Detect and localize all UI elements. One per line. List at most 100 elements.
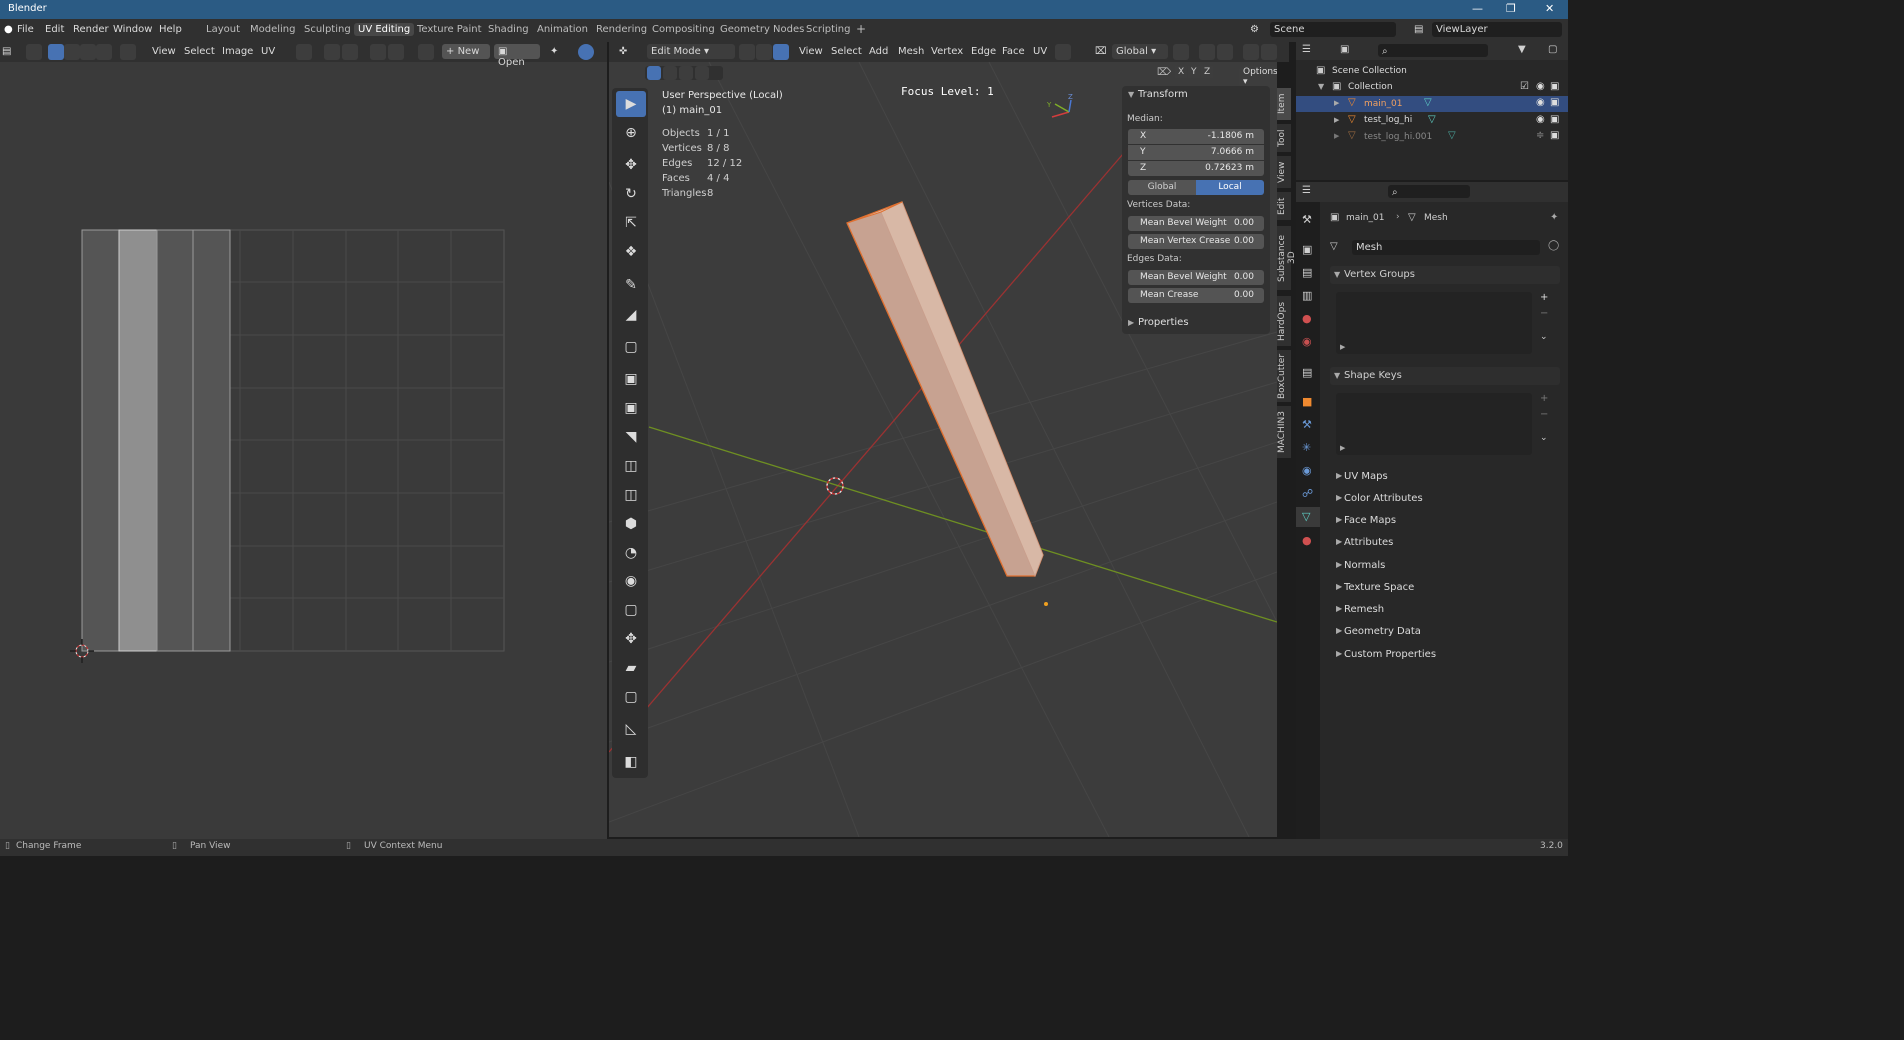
add-cube-tool-icon[interactable]: ▢ bbox=[616, 334, 646, 360]
collapse-icon[interactable]: ▼ bbox=[1334, 371, 1340, 380]
add-workspace-icon[interactable]: + bbox=[852, 21, 870, 37]
mesh-data-tab-icon[interactable]: ▽ bbox=[1302, 510, 1310, 523]
vp-menu-view[interactable]: View bbox=[799, 46, 823, 57]
outliner-search[interactable]: ⌕ bbox=[1378, 44, 1488, 57]
uv-menu-uv[interactable]: UV bbox=[261, 46, 275, 57]
properties-expand-icon[interactable]: ▶ bbox=[1128, 318, 1134, 327]
tab-scripting[interactable]: Scripting bbox=[802, 23, 854, 36]
extrude-tool-icon[interactable]: ▣ bbox=[616, 366, 646, 392]
display-mode-icon[interactable]: ▣ bbox=[1340, 44, 1349, 55]
uv-editor-area[interactable] bbox=[0, 42, 607, 839]
sidebar-tab-machin3[interactable]: MACHIN3 bbox=[1277, 406, 1291, 458]
island-select-icon[interactable] bbox=[96, 44, 112, 60]
uv-canvas[interactable] bbox=[0, 42, 607, 839]
tab-animation[interactable]: Animation bbox=[533, 23, 592, 36]
sidebar-tab-view[interactable]: View bbox=[1277, 156, 1291, 188]
edge-select-icon[interactable] bbox=[64, 44, 80, 60]
vp-snap-icon[interactable] bbox=[1199, 44, 1215, 60]
blender-logo-icon[interactable]: ● bbox=[4, 24, 13, 35]
material-tab-icon[interactable]: ● bbox=[1302, 534, 1312, 547]
median-x-field[interactable]: X -1.1806 m bbox=[1128, 129, 1264, 144]
outliner-editor-icon[interactable]: ☰ bbox=[1302, 44, 1311, 55]
select-mode-bar[interactable] bbox=[645, 66, 723, 80]
close-icon[interactable]: ✕ bbox=[1545, 2, 1554, 15]
tab-sculpting[interactable]: Sculpting bbox=[300, 23, 355, 36]
collection-tab-icon[interactable]: ▤ bbox=[1302, 366, 1312, 379]
vp-menu-add[interactable]: Add bbox=[869, 46, 888, 57]
pivot-point-icon[interactable] bbox=[1173, 44, 1189, 60]
tab-rendering[interactable]: Rendering bbox=[592, 23, 651, 36]
expand-icon[interactable]: ▶ bbox=[1334, 116, 1339, 124]
collection-render-icon[interactable]: ▣ bbox=[1550, 81, 1559, 92]
vp-proportional-icon[interactable] bbox=[1243, 44, 1259, 60]
face-mode-icon[interactable] bbox=[773, 44, 789, 60]
constraints-tab-icon[interactable]: ☍ bbox=[1302, 487, 1313, 500]
output-tab-icon[interactable]: ▤ bbox=[1302, 266, 1312, 279]
outliner[interactable]: ☰ ▣ ⌕ ▼ ▢ ▣ Scene Collection ▼ ▣ Collect… bbox=[1296, 42, 1568, 180]
panel-geometry-data[interactable]: ▶ Geometry Data bbox=[1330, 622, 1560, 642]
mesh-name-field[interactable]: Mesh bbox=[1352, 240, 1540, 255]
edge-mode-icon[interactable] bbox=[756, 44, 772, 60]
panel-texture-space[interactable]: ▶ Texture Space bbox=[1330, 578, 1560, 598]
knife-tool-icon[interactable]: ◫ bbox=[616, 482, 646, 508]
select-subtract-icon[interactable] bbox=[679, 66, 693, 80]
shear-tool-icon[interactable]: ▰ bbox=[616, 655, 646, 681]
pin-icon[interactable]: ✦ bbox=[550, 46, 558, 57]
vp-menu-face[interactable]: Face bbox=[1002, 46, 1025, 57]
rip-tool-icon[interactable]: ▢ bbox=[616, 684, 646, 710]
particles-tab-icon[interactable]: ✳ bbox=[1302, 441, 1311, 454]
object-tab-icon[interactable]: ■ bbox=[1302, 395, 1312, 408]
pin-icon[interactable]: ✦ bbox=[1550, 212, 1558, 223]
panel-face-maps[interactable]: ▶ Face Maps bbox=[1330, 511, 1560, 531]
snap-icon[interactable] bbox=[324, 44, 340, 60]
sync-selection-icon[interactable] bbox=[26, 44, 42, 60]
tool-tab-icon[interactable]: ⚒ bbox=[1302, 213, 1312, 226]
scene-selector[interactable]: Scene bbox=[1270, 22, 1396, 37]
vp-menu-select[interactable]: Select bbox=[831, 46, 862, 57]
face-select-icon[interactable] bbox=[80, 44, 96, 60]
smooth-tool-icon[interactable]: ◉ bbox=[616, 568, 646, 594]
vertex-mode-icon[interactable] bbox=[739, 44, 755, 60]
vertex-select-icon[interactable] bbox=[48, 44, 64, 60]
view-layer-selector[interactable]: ViewLayer bbox=[1432, 22, 1562, 37]
transform-orientation-icon[interactable]: ⌧ bbox=[1095, 46, 1107, 57]
panel-attributes[interactable]: ▶ Attributes bbox=[1330, 533, 1560, 553]
global-toggle[interactable]: Global bbox=[1128, 180, 1196, 195]
collection-label[interactable]: Collection bbox=[1348, 82, 1393, 92]
scene-collection-label[interactable]: Scene Collection bbox=[1332, 66, 1407, 76]
vp-snap-target-icon[interactable] bbox=[1217, 44, 1233, 60]
annotate-tool-icon[interactable]: ✎ bbox=[616, 272, 646, 298]
vp-falloff-icon[interactable] bbox=[1261, 44, 1277, 60]
properties-editor-icon[interactable]: ☰ bbox=[1302, 185, 1311, 196]
vp-menu-edge[interactable]: Edge bbox=[971, 46, 996, 57]
edge-bevel-weight-field[interactable]: Mean Bevel Weight 0.00 bbox=[1128, 270, 1264, 285]
render-icon[interactable]: ▣ bbox=[1550, 97, 1559, 108]
tab-geometry-nodes[interactable]: Geometry Nodes bbox=[716, 23, 808, 36]
boxcutter-tool-icon[interactable]: ◺ bbox=[616, 716, 646, 742]
measure-tool-icon[interactable]: ◢ bbox=[616, 302, 646, 328]
inset-tool-icon[interactable]: ▣ bbox=[616, 395, 646, 421]
sidebar-tab-hardops[interactable]: HardOps bbox=[1277, 296, 1291, 346]
mean-crease-field[interactable]: Mean Crease 0.00 bbox=[1128, 288, 1264, 303]
uv-menu-image[interactable]: Image bbox=[222, 46, 253, 57]
uv-editor-type-icon[interactable]: ▤ bbox=[2, 46, 11, 57]
mirror-z-toggle[interactable]: Z bbox=[1201, 66, 1214, 78]
new-collection-icon[interactable]: ▢ bbox=[1548, 44, 1557, 55]
mode-selector[interactable]: Edit Mode ▾ bbox=[647, 44, 735, 59]
panel-remesh[interactable]: ▶ Remesh bbox=[1330, 600, 1560, 620]
shape-keys-list[interactable] bbox=[1336, 393, 1532, 455]
orientation-selector[interactable]: Global ▾ bbox=[1112, 44, 1168, 59]
remove-vertex-group-icon[interactable]: − bbox=[1540, 308, 1548, 319]
sidebar-tab-substance[interactable]: Substance 3D bbox=[1277, 226, 1297, 290]
render-tab-icon[interactable]: ▣ bbox=[1302, 243, 1312, 256]
add-vertex-group-icon[interactable]: + bbox=[1540, 292, 1548, 303]
minimize-icon[interactable]: — bbox=[1472, 2, 1483, 15]
new-image-button[interactable]: + New bbox=[442, 44, 490, 59]
vp-menu-vertex[interactable]: Vertex bbox=[931, 46, 963, 57]
vp-menu-uv[interactable]: UV bbox=[1033, 46, 1047, 57]
mean-vertex-crease-field[interactable]: Mean Vertex Crease 0.00 bbox=[1128, 234, 1264, 249]
scene-tab-icon[interactable]: ● bbox=[1302, 312, 1312, 325]
select-extend-icon[interactable] bbox=[663, 66, 677, 80]
tab-compositing[interactable]: Compositing bbox=[648, 23, 719, 36]
image-browse-icon[interactable] bbox=[418, 44, 434, 60]
